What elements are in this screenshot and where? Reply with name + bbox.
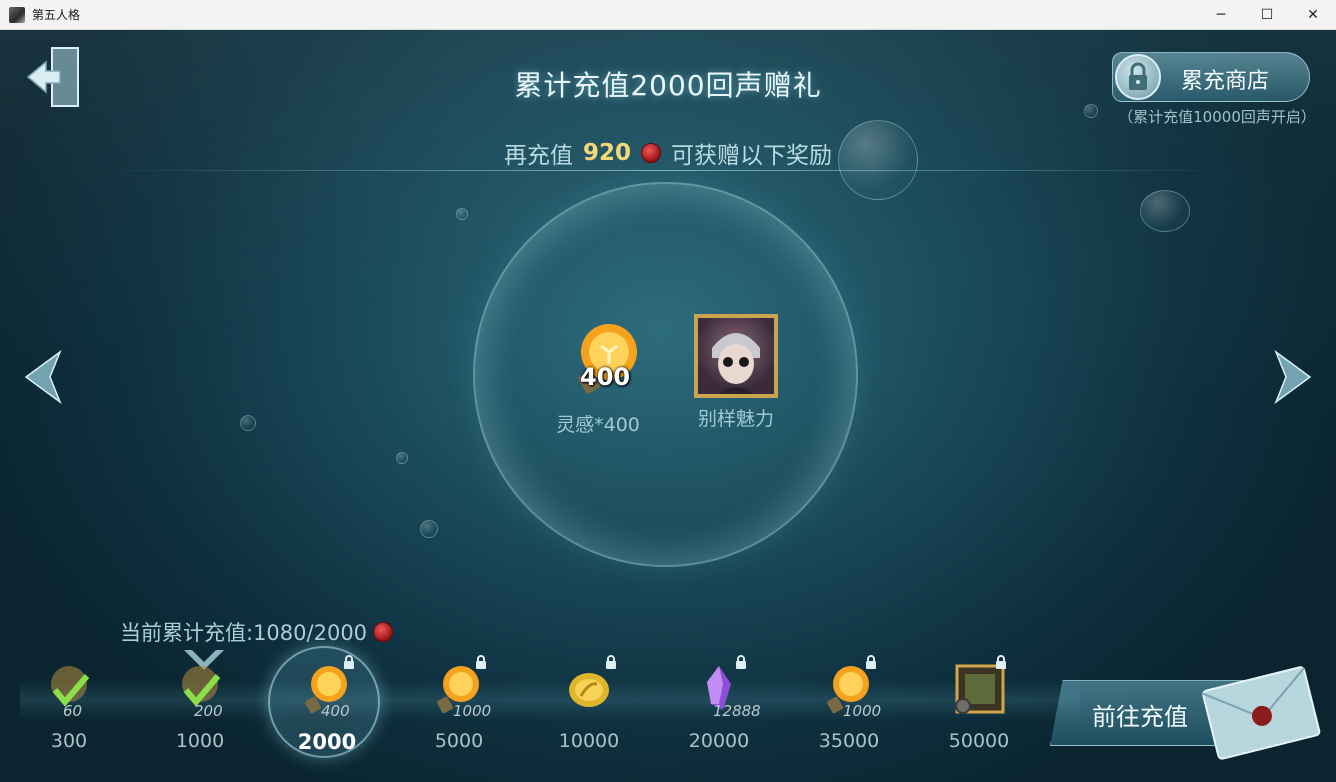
- divider: [100, 170, 1236, 171]
- tier-item[interactable]: 1000 35000: [804, 655, 894, 752]
- hint-prefix: 再充值: [503, 143, 573, 169]
- tier-item[interactable]: 12888 20000: [674, 655, 764, 752]
- progress-label: 当前累计充值:1080/2000: [120, 621, 368, 645]
- window-controls: ─ ☐ ✕: [1198, 0, 1336, 30]
- close-button[interactable]: ✕: [1290, 0, 1336, 30]
- tier-threshold: 35000: [818, 730, 880, 752]
- tier-item[interactable]: 10000: [544, 655, 634, 752]
- shop-unlock-note: （累计充值10000回声开启）: [1118, 108, 1316, 126]
- bubble-decoration: [396, 452, 408, 464]
- prev-arrow-icon[interactable]: [24, 350, 62, 404]
- bubble-decoration: [240, 415, 256, 431]
- tier-count: 1000: [453, 702, 492, 720]
- tier-item[interactable]: 200 1000: [155, 660, 245, 752]
- reward-count: 400: [580, 363, 631, 391]
- bubble-decoration: [420, 520, 438, 538]
- maximize-button[interactable]: ☐: [1244, 0, 1290, 30]
- lock-icon: [736, 655, 746, 669]
- tier-item[interactable]: 1000 5000: [414, 655, 504, 752]
- tier-count: 200: [194, 702, 223, 720]
- shop-label: 累充商店: [1181, 69, 1270, 94]
- lock-icon: [996, 655, 1006, 669]
- window-title: 第五人格: [32, 8, 81, 22]
- app-icon: [9, 6, 25, 23]
- recharge-hint: 再充值 920 可获赠以下奖励: [0, 136, 1336, 170]
- go-recharge-label[interactable]: 前往充值: [1092, 697, 1188, 732]
- tier-threshold: 10000: [558, 730, 620, 752]
- tier-threshold: 300: [50, 730, 88, 752]
- hint-suffix: 可获赠以下奖励: [671, 143, 832, 169]
- bubble-decoration: [456, 208, 468, 220]
- bubble-decoration: [1084, 104, 1098, 118]
- tier-item-active[interactable]: 400 2000: [282, 655, 372, 754]
- cumulative-shop-button[interactable]: 累充商店: [1112, 52, 1310, 102]
- current-progress: 当前累计充值:1080/2000: [120, 617, 394, 647]
- remaining-amount: 920: [582, 140, 631, 166]
- window-titlebar: 第五人格 ─ ☐ ✕: [0, 0, 1336, 30]
- echo-coin-icon: [373, 622, 394, 642]
- tier-threshold: 1000: [175, 730, 225, 752]
- tier-threshold: 50000: [948, 730, 1010, 752]
- lock-icon: [866, 655, 876, 669]
- reward-label: 灵感*400: [556, 414, 640, 436]
- tier-count: 60: [63, 702, 83, 720]
- reward-label: 别样魅力: [697, 408, 774, 430]
- lock-icon: [476, 655, 486, 669]
- bubble-decoration: [1140, 190, 1190, 232]
- game-viewport: 累计充值2000回声赠礼 再充值 920 可获赠以下奖励 累充商店 （累计充值1…: [0, 30, 1336, 782]
- minimize-button[interactable]: ─: [1198, 0, 1244, 30]
- tier-item[interactable]: 60 300: [24, 660, 114, 752]
- tier-count: 12888: [713, 702, 761, 720]
- tier-threshold: 5000: [434, 730, 484, 752]
- character-portrait-icon: [694, 314, 778, 398]
- reward-item-portrait[interactable]: 别样魅力: [684, 314, 788, 431]
- tier-count: 400: [321, 702, 350, 720]
- lock-icon: [344, 655, 354, 669]
- next-arrow-icon[interactable]: [1274, 350, 1312, 404]
- reward-bubble: [473, 182, 858, 567]
- reward-item-inspiration[interactable]: 400 灵感*400: [548, 320, 648, 437]
- tier-threshold: 20000: [688, 730, 750, 752]
- echo-coin-icon: [641, 143, 661, 163]
- tier-threshold: 2000: [297, 730, 357, 754]
- tier-count: 1000: [843, 702, 882, 720]
- lock-icon: [606, 655, 616, 669]
- lock-icon: [1115, 54, 1161, 100]
- tier-item[interactable]: 50000: [934, 655, 1024, 752]
